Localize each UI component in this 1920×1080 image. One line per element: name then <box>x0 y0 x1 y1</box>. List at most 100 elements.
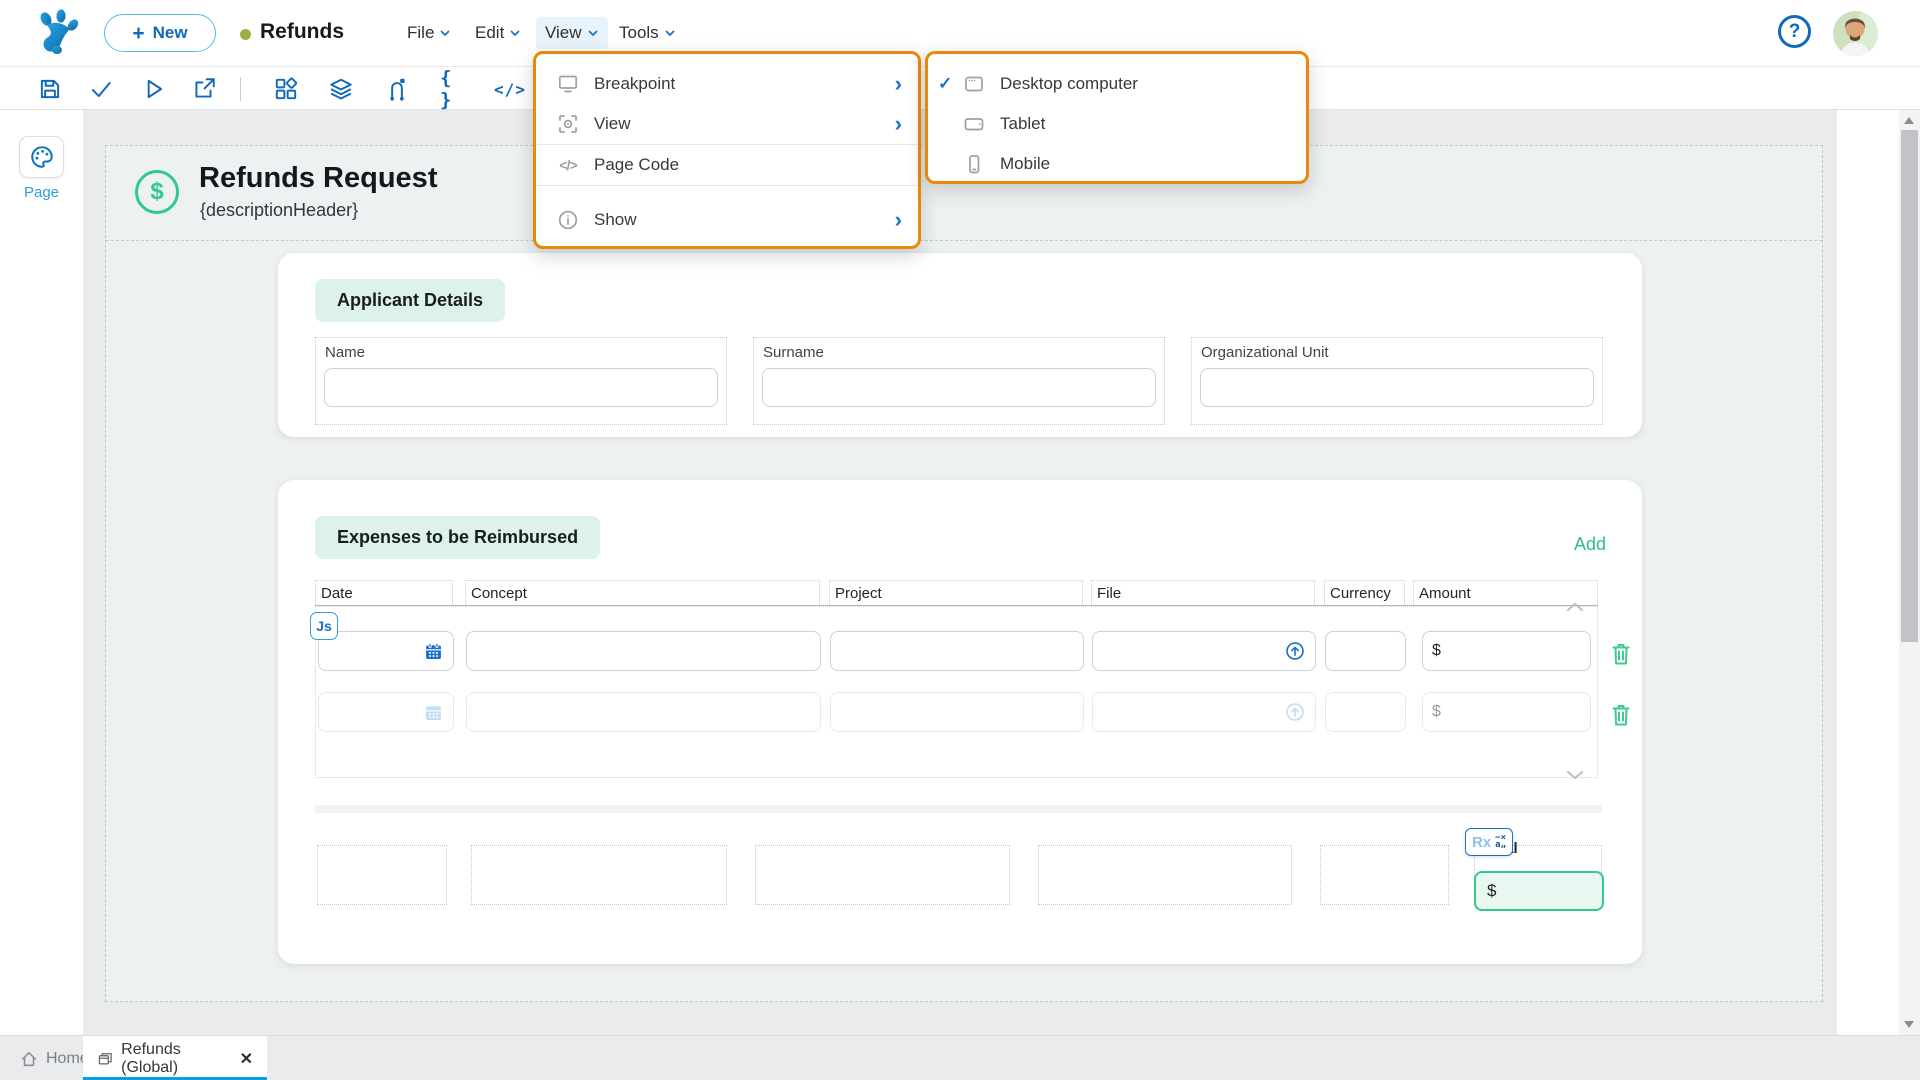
column-header-project[interactable]: Project <box>829 580 1083 605</box>
page-panel-button[interactable] <box>19 136 64 178</box>
delete-row2-trash-icon[interactable] <box>1609 702 1633 728</box>
source-code-button[interactable]: </> <box>496 75 524 103</box>
org-unit-input[interactable] <box>1211 379 1583 397</box>
rx-formula-badge[interactable]: Rx −×a„ <box>1465 828 1513 856</box>
concept-input-row2[interactable] <box>466 692 821 732</box>
scrollbar-thumb[interactable] <box>1901 130 1918 642</box>
dollar-glyph: $ <box>150 178 163 206</box>
export-button[interactable] <box>190 75 218 103</box>
column-header-date[interactable]: Date <box>315 580 453 605</box>
file-field-row1[interactable] <box>1102 642 1284 660</box>
vertical-scrollbar[interactable] <box>1899 110 1920 1035</box>
concept-field-row1[interactable] <box>476 642 811 660</box>
menu-tools[interactable]: Tools <box>610 17 685 49</box>
tab-refunds-global[interactable]: Refunds (Global) ✕ <box>83 1036 267 1080</box>
expenses-card[interactable]: Expenses to be Reimbursed Add Date Conce… <box>278 480 1642 964</box>
scrollbar-up-arrow[interactable] <box>1904 117 1914 124</box>
rows-scroll-up-icon[interactable] <box>1565 601 1585 613</box>
submenu-item-tablet[interactable]: Tablet <box>928 104 1306 144</box>
tab-close-icon[interactable]: ✕ <box>240 1049 253 1069</box>
upload-icon[interactable] <box>1284 640 1306 662</box>
user-avatar[interactable] <box>1833 11 1878 56</box>
save-button[interactable] <box>36 75 64 103</box>
currency-field-row2[interactable] <box>1335 703 1396 721</box>
surname-input[interactable] <box>773 379 1145 397</box>
date-input-row2[interactable] <box>318 692 454 732</box>
project-field-row1[interactable] <box>840 642 1074 660</box>
amount-input-row2[interactable]: $ <box>1422 692 1591 732</box>
date-field-row2[interactable] <box>328 703 423 721</box>
file-field-row2[interactable] <box>1102 703 1284 721</box>
column-header-currency[interactable]: Currency <box>1324 580 1405 605</box>
check-icon <box>88 76 114 102</box>
menu-item-page-code[interactable]: </> Page Code <box>536 145 918 185</box>
app-logo-icon[interactable] <box>34 9 82 57</box>
total-amount-input[interactable]: $ <box>1474 871 1604 911</box>
project-input-row2[interactable] <box>830 692 1084 732</box>
amount-field-row2[interactable] <box>1447 703 1581 721</box>
applicant-details-card[interactable]: Applicant Details Name Surname Organizat… <box>278 253 1642 437</box>
run-button[interactable] <box>139 75 167 103</box>
project-field-row2[interactable] <box>840 703 1074 721</box>
help-button[interactable]: ? <box>1778 15 1811 48</box>
scrollbar-down-arrow[interactable] <box>1904 1021 1914 1028</box>
rows-scroll-down-icon[interactable] <box>1565 769 1585 781</box>
field-group-name[interactable]: Name <box>315 337 727 425</box>
footer-cell-file[interactable] <box>1038 845 1292 905</box>
submenu-item-mobile[interactable]: Mobile <box>928 144 1306 184</box>
field-group-org-unit[interactable]: Organizational Unit <box>1191 337 1603 425</box>
upload-icon <box>1284 701 1306 723</box>
expenses-section-title[interactable]: Expenses to be Reimbursed <box>315 516 600 559</box>
footer-cell-date[interactable] <box>317 845 447 905</box>
form-subtitle[interactable]: {descriptionHeader} <box>200 200 358 221</box>
footer-cell-currency[interactable] <box>1320 845 1449 905</box>
variables-button[interactable]: { } <box>440 75 468 103</box>
code-icon: </> <box>556 153 580 177</box>
layers-icon <box>328 76 354 102</box>
flow-connector-button[interactable] <box>383 75 411 103</box>
calendar-icon[interactable] <box>423 641 444 662</box>
delete-row1-trash-icon[interactable] <box>1609 641 1633 667</box>
amount-input-row1[interactable]: $ <box>1422 631 1591 671</box>
applicant-section-title[interactable]: Applicant Details <box>315 279 505 322</box>
name-input[interactable] <box>335 379 707 397</box>
currency-input-row2[interactable] <box>1325 692 1406 732</box>
plus-icon: + <box>132 23 144 44</box>
menu-file[interactable]: File <box>398 17 460 49</box>
date-input-row1[interactable] <box>318 631 454 671</box>
components-button[interactable] <box>272 75 300 103</box>
menu-view[interactable]: View <box>536 17 608 49</box>
column-header-file[interactable]: File <box>1091 580 1315 605</box>
file-input-row2[interactable] <box>1092 692 1316 732</box>
field-group-surname[interactable]: Surname <box>753 337 1165 425</box>
save-icon <box>37 76 63 102</box>
menu-item-show[interactable]: Show › <box>536 200 918 240</box>
column-header-concept[interactable]: Concept <box>465 580 820 605</box>
currency-input-row1[interactable] <box>1325 631 1406 671</box>
expense-row-1: $ <box>316 631 1599 671</box>
flow-connector-icon <box>384 76 410 102</box>
breakpoint-label: Breakpoint <box>594 74 895 94</box>
submenu-item-desktop[interactable]: ✓ Desktop computer <box>928 64 1306 104</box>
chevron-down-icon <box>587 27 599 39</box>
form-title[interactable]: Refunds Request <box>199 162 437 195</box>
layers-button[interactable] <box>327 75 355 103</box>
concept-field-row2[interactable] <box>476 703 811 721</box>
new-button[interactable]: + New <box>104 14 216 52</box>
menu-edit[interactable]: Edit <box>466 17 530 49</box>
desktop-icon <box>962 72 986 96</box>
footer-cell-project[interactable] <box>755 845 1010 905</box>
js-event-badge[interactable]: Js <box>310 612 338 640</box>
currency-field-row1[interactable] <box>1335 642 1396 660</box>
menu-item-breakpoint[interactable]: Breakpoint › <box>536 64 918 104</box>
date-field-row1[interactable] <box>328 642 423 660</box>
add-row-link[interactable]: Add <box>1574 534 1606 555</box>
footer-cell-concept[interactable] <box>471 845 727 905</box>
menu-item-view[interactable]: View › <box>536 104 918 144</box>
project-input-row1[interactable] <box>830 631 1084 671</box>
amount-field-row1[interactable] <box>1447 642 1581 660</box>
avatar-image <box>1833 11 1878 56</box>
concept-input-row1[interactable] <box>466 631 821 671</box>
validate-button[interactable] <box>87 75 115 103</box>
file-input-row1[interactable] <box>1092 631 1316 671</box>
